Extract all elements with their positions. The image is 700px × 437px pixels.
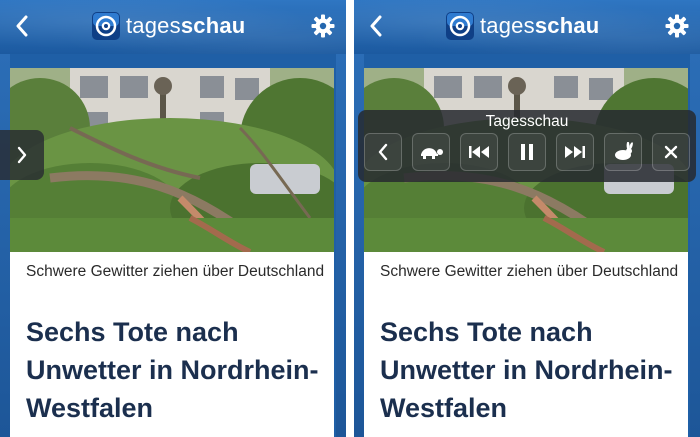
app-screen-right: tagesschau Schwere Gewitter ziehen über …: [354, 0, 700, 437]
player-title: Tagesschau: [485, 113, 569, 130]
article-headline[interactable]: Sechs Tote nach Unwetter in Nordrhein-We…: [380, 313, 685, 427]
collapse-player-button[interactable]: [364, 133, 402, 171]
article-teaser: Schwere Gewitter ziehen über Deutschland: [26, 263, 325, 280]
chevron-left-icon: [370, 15, 382, 37]
side-strip: [0, 54, 10, 437]
faster-button[interactable]: [604, 133, 642, 171]
divider: [346, 0, 354, 437]
settings-button[interactable]: [310, 12, 336, 40]
logo-text: tagesschau: [480, 13, 600, 38]
skip-back-icon: [469, 146, 489, 158]
article-card[interactable]: Schwere Gewitter ziehen über Deutschland…: [10, 68, 334, 437]
article-teaser: Schwere Gewitter ziehen über Deutschland: [380, 263, 679, 280]
article-headline[interactable]: Sechs Tote nach Unwetter in Nordrhein-We…: [26, 313, 331, 427]
rabbit-fast-icon: [615, 142, 633, 160]
chevron-left-icon: [378, 143, 388, 161]
app-header: tagesschau: [0, 0, 346, 54]
gear-icon: [665, 14, 689, 38]
audio-player-overlay: Tagesschau: [358, 110, 696, 182]
pause-button[interactable]: [508, 133, 546, 171]
open-player-button[interactable]: [0, 130, 44, 180]
app-logo: tagesschau: [446, 11, 599, 41]
storm-damage-image: [10, 68, 334, 252]
app-screen-left: tagesschau Schwere Gewitter ziehen über …: [0, 0, 346, 437]
settings-button[interactable]: [664, 12, 690, 40]
side-strip: [336, 54, 346, 437]
chevron-right-icon: [17, 146, 27, 164]
pause-icon: [521, 144, 533, 160]
tagesschau-logo-icon: [92, 12, 120, 40]
skip-forward-button[interactable]: [556, 133, 594, 171]
turtle-slow-icon: [421, 148, 443, 159]
article-photo[interactable]: [10, 68, 334, 252]
close-player-button[interactable]: [652, 133, 690, 171]
chevron-left-icon: [16, 15, 28, 37]
slower-button[interactable]: [412, 133, 450, 171]
back-button[interactable]: [364, 11, 388, 41]
app-header: tagesschau: [354, 0, 700, 54]
logo-text: tagesschau: [126, 13, 246, 38]
back-button[interactable]: [10, 11, 34, 41]
app-logo: tagesschau: [92, 11, 245, 41]
skip-back-button[interactable]: [460, 133, 498, 171]
gear-icon: [311, 14, 335, 38]
close-icon: [664, 145, 678, 159]
tagesschau-logo-icon: [446, 12, 474, 40]
skip-forward-icon: [565, 146, 585, 158]
